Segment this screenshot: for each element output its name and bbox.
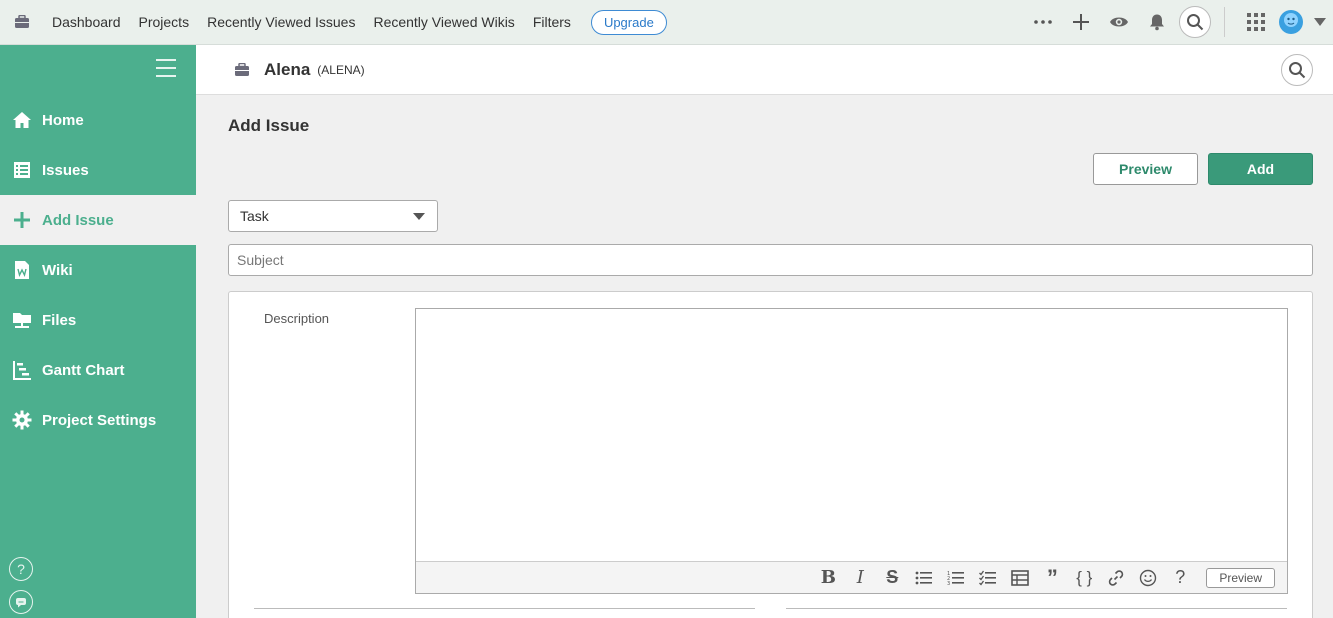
plus-icon bbox=[12, 210, 32, 230]
bulleted-list-icon[interactable] bbox=[908, 564, 940, 592]
chevron-down-icon bbox=[413, 213, 425, 220]
project-search-button[interactable] bbox=[1281, 54, 1313, 86]
bold-icon[interactable]: B bbox=[812, 564, 844, 592]
divider bbox=[786, 608, 1287, 609]
nav-dashboard[interactable]: Dashboard bbox=[52, 14, 121, 30]
list-icon bbox=[12, 160, 32, 180]
top-nav-links: Dashboard Projects Recently Viewed Issue… bbox=[52, 9, 667, 35]
avatar[interactable] bbox=[1275, 0, 1307, 44]
nav-projects[interactable]: Projects bbox=[139, 14, 190, 30]
divider bbox=[1224, 7, 1225, 37]
briefcase-icon[interactable] bbox=[0, 15, 44, 29]
project-name[interactable]: Alena bbox=[264, 60, 310, 80]
nav-filters[interactable]: Filters bbox=[533, 14, 571, 30]
project-key: (ALENA) bbox=[317, 62, 365, 77]
quote-icon[interactable]: ” bbox=[1036, 564, 1068, 592]
top-navigation-bar: Dashboard Projects Recently Viewed Issue… bbox=[0, 0, 1333, 45]
plus-icon[interactable] bbox=[1062, 0, 1100, 44]
code-icon[interactable]: { } bbox=[1068, 564, 1100, 592]
sidebar-item-label: Add Issue bbox=[42, 211, 114, 229]
sidebar-item-label: Files bbox=[42, 311, 77, 329]
more-icon[interactable] bbox=[1024, 0, 1062, 44]
subject-input[interactable] bbox=[228, 244, 1313, 276]
issue-type-value: Task bbox=[240, 208, 269, 224]
help-icon[interactable]: ? bbox=[9, 557, 33, 581]
files-icon bbox=[12, 310, 32, 330]
gantt-icon bbox=[12, 360, 32, 380]
nav-recently-viewed-issues[interactable]: Recently Viewed Issues bbox=[207, 14, 355, 30]
editor-toolbar: B I S 123 ” { } ? Preview bbox=[416, 561, 1287, 593]
hamburger-menu-icon[interactable] bbox=[154, 57, 178, 81]
project-header: Alena (ALENA) bbox=[196, 45, 1333, 95]
sidebar-item-wiki[interactable]: Wiki bbox=[0, 245, 196, 295]
sidebar-item-add-issue[interactable]: Add Issue bbox=[0, 195, 196, 245]
description-textarea[interactable] bbox=[416, 309, 1287, 561]
home-icon bbox=[12, 110, 32, 130]
sidebar: Home Issues Add Issue Wiki Files Gantt C… bbox=[0, 45, 196, 618]
sidebar-item-project-settings[interactable]: Project Settings bbox=[0, 395, 196, 445]
sidebar-item-issues[interactable]: Issues bbox=[0, 145, 196, 195]
sidebar-item-label: Wiki bbox=[42, 261, 73, 279]
sidebar-item-label: Issues bbox=[42, 161, 89, 179]
preview-button[interactable]: Preview bbox=[1093, 153, 1198, 185]
nav-recently-viewed-wikis[interactable]: Recently Viewed Wikis bbox=[373, 14, 514, 30]
table-icon[interactable] bbox=[1004, 564, 1036, 592]
sidebar-item-gantt-chart[interactable]: Gantt Chart bbox=[0, 345, 196, 395]
italic-icon[interactable]: I bbox=[844, 564, 876, 592]
briefcase-icon bbox=[234, 62, 250, 77]
gear-icon bbox=[12, 410, 32, 430]
upgrade-button[interactable]: Upgrade bbox=[590, 9, 667, 35]
sidebar-item-home[interactable]: Home bbox=[0, 95, 196, 145]
search-icon bbox=[1187, 14, 1204, 31]
sidebar-item-label: Gantt Chart bbox=[42, 361, 125, 379]
apps-grid-icon[interactable] bbox=[1237, 0, 1275, 44]
sidebar-nav: Home Issues Add Issue Wiki Files Gantt C… bbox=[0, 95, 196, 445]
chevron-down-icon[interactable] bbox=[1307, 0, 1333, 44]
wiki-icon bbox=[12, 260, 32, 280]
svg-text:3: 3 bbox=[947, 581, 950, 586]
numbered-list-icon[interactable]: 123 bbox=[940, 564, 972, 592]
divider bbox=[254, 608, 755, 609]
page-title: Add Issue bbox=[228, 116, 310, 135]
search-icon bbox=[1289, 62, 1306, 79]
global-search[interactable] bbox=[1176, 0, 1214, 44]
link-icon[interactable] bbox=[1100, 564, 1132, 592]
editor-preview-button[interactable]: Preview bbox=[1206, 567, 1275, 588]
checklist-icon[interactable] bbox=[972, 564, 1004, 592]
issue-details-panel: Description B I S 123 ” { } ? Preview bbox=[228, 291, 1313, 618]
description-label: Description bbox=[264, 311, 330, 326]
eye-icon[interactable] bbox=[1100, 0, 1138, 44]
issue-type-select[interactable]: Task bbox=[228, 200, 438, 232]
emoji-icon[interactable] bbox=[1132, 564, 1164, 592]
top-right-actions bbox=[1024, 0, 1333, 44]
description-editor: B I S 123 ” { } ? Preview bbox=[415, 308, 1288, 594]
add-button[interactable]: Add bbox=[1208, 153, 1313, 185]
help-icon[interactable]: ? bbox=[1164, 564, 1196, 592]
bell-icon[interactable] bbox=[1138, 0, 1176, 44]
sidebar-item-label: Home bbox=[42, 111, 84, 129]
sidebar-item-label: Project Settings bbox=[42, 411, 157, 429]
chat-icon[interactable] bbox=[9, 590, 33, 614]
sidebar-item-files[interactable]: Files bbox=[0, 295, 196, 345]
strikethrough-icon[interactable]: S bbox=[876, 564, 908, 592]
